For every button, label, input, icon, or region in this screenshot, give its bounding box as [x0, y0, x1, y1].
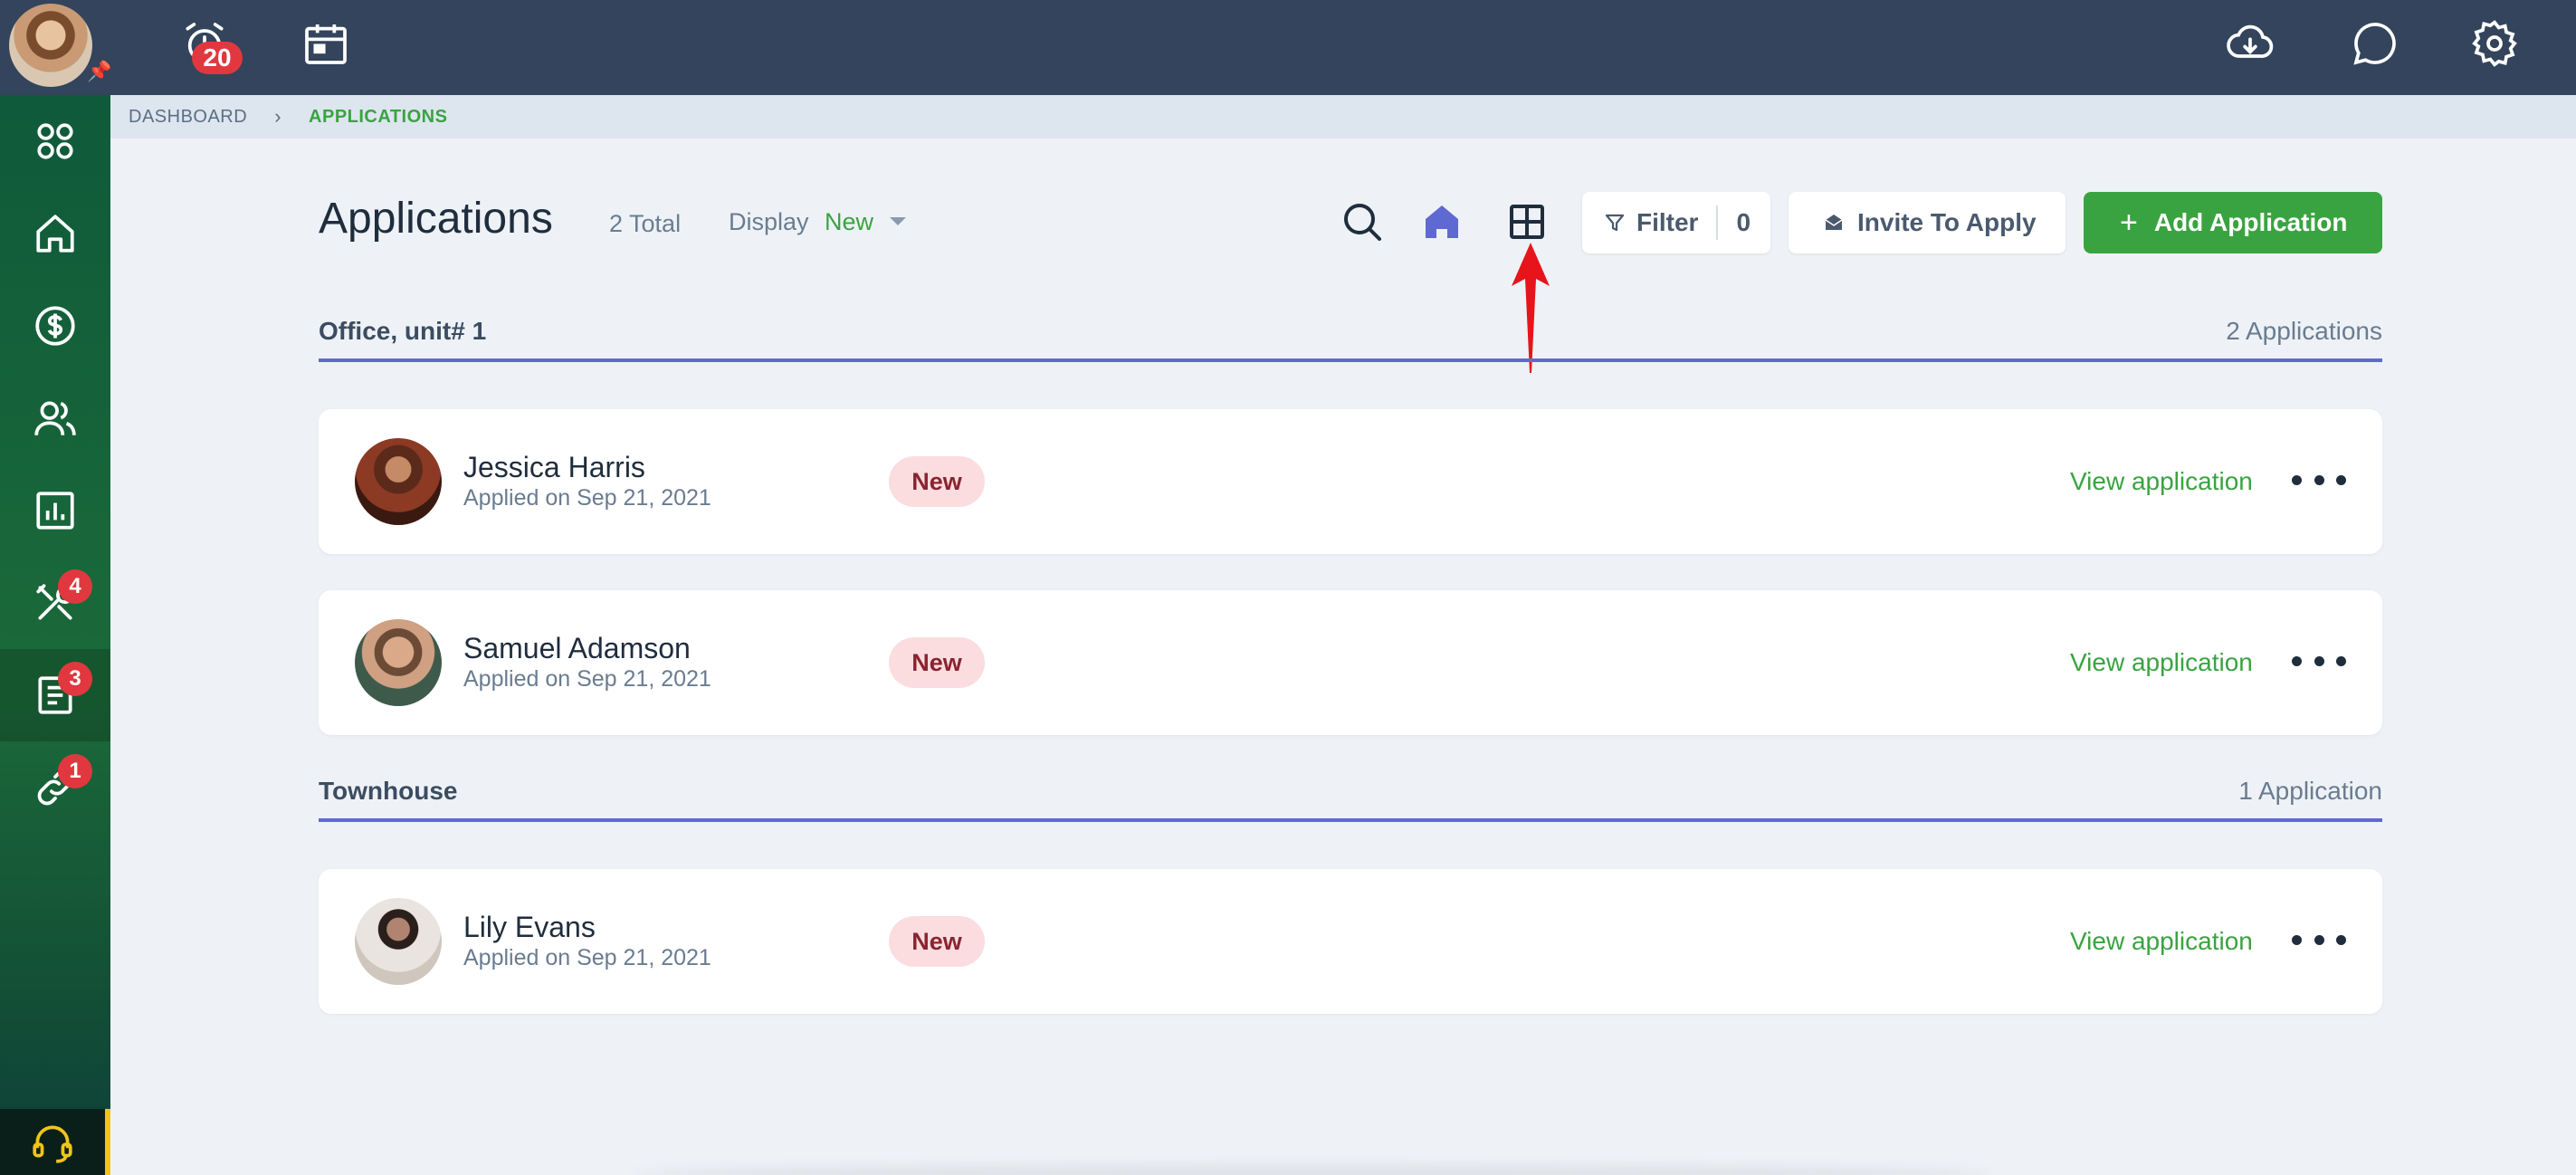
applied-date: Applied on Sep 21, 2021 — [463, 945, 711, 970]
group-title-townhouse: Townhouse — [319, 777, 458, 805]
caret-down-icon[interactable] — [890, 217, 906, 225]
gear-icon[interactable] — [2467, 16, 2522, 71]
pin-icon: 📌 — [87, 60, 112, 82]
group-count-townhouse: 1 Application — [2238, 777, 2382, 805]
group-divider — [319, 818, 2382, 822]
breadcrumb: DASHBOARD › APPLICATIONS — [110, 95, 2576, 139]
avatar — [355, 438, 442, 525]
page-title: Applications — [319, 195, 553, 243]
sidebar-item-properties[interactable] — [0, 187, 110, 280]
cloud-download-icon[interactable] — [2223, 16, 2277, 71]
grid-view-icon[interactable] — [1504, 199, 1550, 244]
dollar-icon — [35, 306, 75, 346]
view-application-link[interactable]: View application — [2070, 467, 2253, 496]
add-application-button[interactable]: + Add Application — [2084, 192, 2382, 253]
calendar-icon[interactable] — [299, 16, 353, 71]
status-badge: New — [889, 456, 985, 507]
view-application-link[interactable]: View application — [2070, 648, 2253, 677]
view-application-link[interactable]: View application — [2070, 927, 2253, 956]
users-icon — [34, 401, 76, 435]
applicant-name: Jessica Harris — [463, 451, 645, 483]
support-button[interactable] — [0, 1109, 110, 1175]
filter-count: 0 — [1736, 208, 1751, 236]
filter-icon — [1605, 214, 1625, 232]
sidebar-item-reports[interactable] — [0, 464, 110, 557]
invite-to-apply-button[interactable]: Invite To Apply — [1789, 192, 2066, 253]
avatar — [355, 619, 442, 706]
chevron-right-icon: › — [274, 105, 282, 128]
group-divider — [319, 358, 2382, 362]
display-select[interactable]: New — [825, 208, 873, 236]
more-options-icon[interactable] — [2292, 643, 2346, 679]
plus-icon: + — [2120, 205, 2138, 240]
sidebar-item-accounting[interactable] — [0, 280, 110, 372]
sidebar-item-links[interactable]: 1 — [0, 741, 110, 834]
apps-icon — [37, 123, 73, 159]
home-icon — [36, 215, 74, 253]
filter-label: Filter — [1636, 208, 1699, 236]
add-application-label: Add Application — [2153, 208, 2348, 236]
application-card: Lily Evans Applied on Sep 21, 2021 New V… — [319, 869, 2382, 1014]
total-count: 2 Total — [609, 210, 682, 237]
group-count-office: 2 Applications — [2226, 317, 2382, 345]
display-label: Display — [729, 208, 809, 235]
invite-label: Invite To Apply — [1857, 208, 2037, 236]
application-card: Samuel Adamson Applied on Sep 21, 2021 N… — [319, 590, 2382, 735]
chart-icon — [36, 492, 74, 530]
more-options-icon[interactable] — [2292, 922, 2346, 958]
annotation-arrow — [1512, 243, 1550, 373]
avatar — [355, 898, 442, 985]
user-avatar[interactable] — [9, 4, 92, 87]
breadcrumb-dashboard[interactable]: DASHBOARD — [129, 107, 247, 128]
search-icon[interactable] — [1340, 199, 1385, 244]
links-badge: 1 — [58, 754, 92, 788]
envelope-icon — [1825, 215, 1843, 230]
bottom-panel-shadow — [634, 1164, 1991, 1175]
home-view-icon[interactable] — [1419, 199, 1465, 244]
sidebar: 4 3 1 — [0, 95, 110, 1175]
applications-badge: 3 — [58, 662, 92, 696]
applied-date: Applied on Sep 21, 2021 — [463, 485, 711, 511]
divider — [1716, 205, 1719, 240]
group-title-office: Office, unit# 1 — [319, 317, 487, 345]
sidebar-item-people[interactable] — [0, 372, 110, 464]
status-badge: New — [889, 916, 985, 967]
applicant-name: Samuel Adamson — [463, 632, 691, 664]
breadcrumb-applications: APPLICATIONS — [309, 106, 448, 127]
applied-date: Applied on Sep 21, 2021 — [463, 666, 711, 692]
headset-icon — [33, 1124, 72, 1163]
filter-button[interactable]: Filter 0 — [1582, 192, 1770, 253]
sidebar-item-applications[interactable]: 3 — [0, 649, 110, 741]
sidebar-item-dashboard[interactable] — [0, 95, 110, 187]
status-badge: New — [889, 637, 985, 688]
top-bar: 📌 20 — [0, 0, 2576, 95]
sidebar-item-maintenance[interactable]: 4 — [0, 557, 110, 649]
application-card: Jessica Harris Applied on Sep 21, 2021 N… — [319, 409, 2382, 554]
chat-icon[interactable] — [2348, 16, 2402, 71]
more-options-icon[interactable] — [2292, 462, 2346, 498]
notification-badge: 20 — [192, 42, 243, 74]
maintenance-badge: 4 — [58, 569, 92, 604]
applicant-name: Lily Evans — [463, 911, 596, 943]
